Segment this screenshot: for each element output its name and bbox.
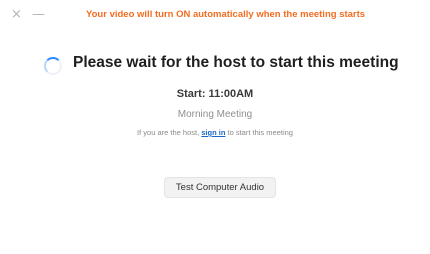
- minimize-window-icon[interactable]: —: [32, 8, 45, 22]
- host-sign-in-hint: If you are the host, sign in to start th…: [0, 128, 430, 137]
- waiting-room-window: × — Your video will turn ON automaticall…: [0, 0, 430, 254]
- loading-spinner-icon: [44, 57, 62, 75]
- meeting-start-time: Start: 11:00AM: [176, 88, 254, 100]
- close-window-icon[interactable]: ×: [11, 8, 22, 22]
- meeting-name: Morning Meeting: [177, 109, 253, 120]
- sign-in-link[interactable]: sign in: [201, 128, 225, 137]
- test-computer-audio-button[interactable]: Test Computer Audio: [164, 177, 276, 198]
- host-hint-prefix: If you are the host,: [137, 128, 202, 137]
- video-auto-on-notice: Your video will turn ON automatically wh…: [86, 9, 366, 20]
- waiting-headline: Please wait for the host to start this m…: [73, 54, 399, 71]
- host-hint-suffix: to start this meeting: [225, 128, 293, 137]
- title-bar: × — Your video will turn ON automaticall…: [0, 0, 430, 30]
